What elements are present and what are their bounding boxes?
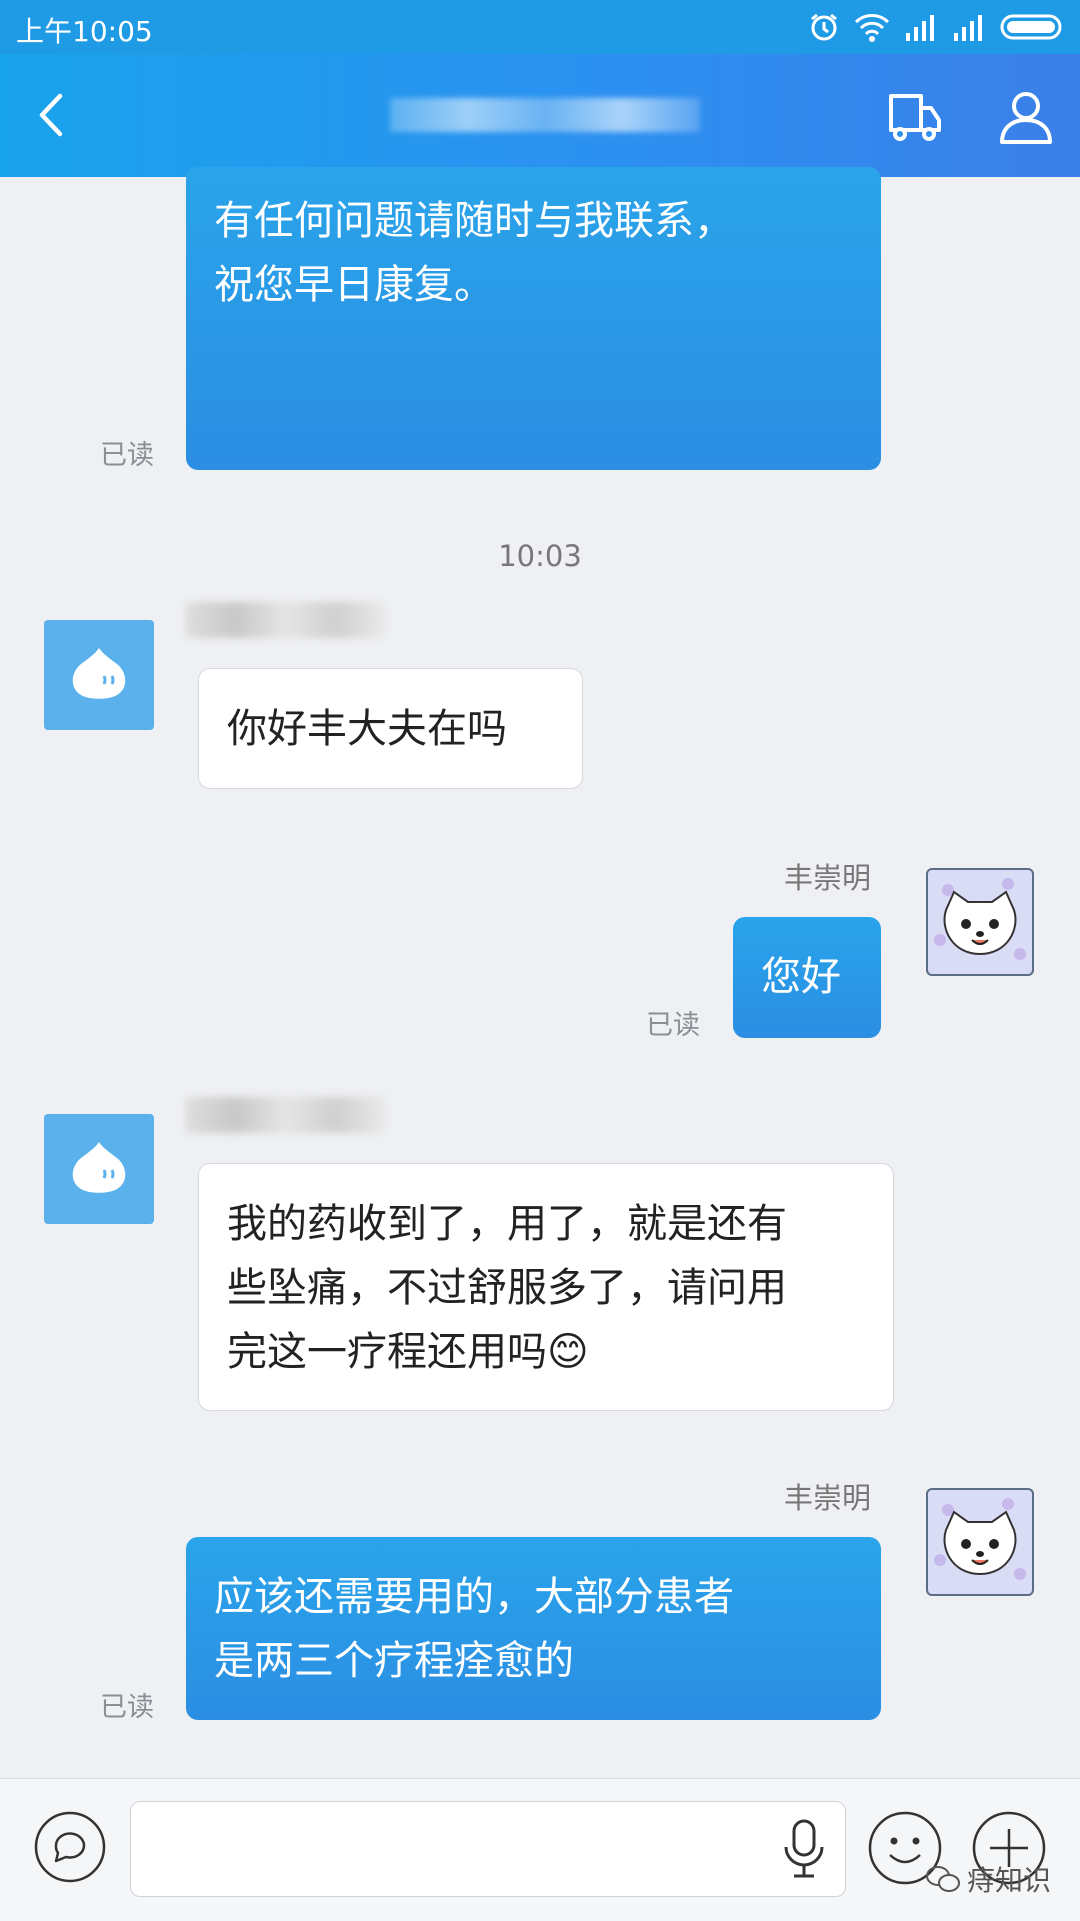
chat-title xyxy=(390,98,700,132)
wifi-icon xyxy=(854,14,890,42)
cart-icon xyxy=(889,94,941,141)
chevron-left-icon xyxy=(39,93,63,137)
cat-avatar-icon xyxy=(934,878,1026,960)
alarm-icon xyxy=(811,13,837,41)
message-bubble-outgoing[interactable]: 有任何问题请随时与我联系， 祝您早日康复。 xyxy=(186,167,881,470)
message-input[interactable] xyxy=(130,1801,846,1897)
battery-icon xyxy=(1000,14,1062,40)
cat-avatar-icon xyxy=(934,1498,1026,1580)
sender-name-blurred xyxy=(186,602,386,638)
status-icons xyxy=(808,10,1066,44)
avatar[interactable] xyxy=(44,620,154,730)
watermark-text: 痔知识 xyxy=(967,1864,1052,1897)
avatar[interactable] xyxy=(926,1488,1034,1596)
chat-header xyxy=(0,54,1080,177)
avatar[interactable] xyxy=(44,1114,154,1224)
signal-icon xyxy=(906,15,934,41)
cart-button[interactable] xyxy=(885,88,943,146)
read-status: 已读 xyxy=(100,440,154,471)
wechat-icon xyxy=(926,1866,960,1892)
message-bubble-incoming[interactable]: 我的药收到了，用了，就是还有 些坠痛，不过舒服多了，请问用 完这一疗程还用吗😊 xyxy=(198,1163,894,1411)
sender-name-blurred xyxy=(186,1097,386,1133)
message-bubble-outgoing[interactable]: 应该还需要用的，大部分患者 是两三个疗程痊愈的 xyxy=(186,1537,881,1720)
sender-name: 丰崇明 xyxy=(784,1481,872,1515)
watermark: 痔知识 xyxy=(925,1859,1051,1899)
voice-button[interactable] xyxy=(780,1819,828,1879)
app-logo-icon xyxy=(72,648,126,699)
message-bubble-outgoing[interactable]: 您好 xyxy=(733,917,881,1038)
read-status: 已读 xyxy=(100,1692,154,1723)
person-icon xyxy=(1000,92,1052,144)
message-list[interactable]: 有任何问题请随时与我联系， 祝您早日康复。 已读 10:03 你好丰大夫在吗 丰… xyxy=(0,167,1080,1777)
message-bubble-incoming[interactable]: 你好丰大夫在吗 xyxy=(198,668,583,789)
chat-bubble-icon xyxy=(34,1811,106,1883)
app-logo-icon xyxy=(72,1142,126,1193)
input-bar: 痔知识 xyxy=(0,1778,1080,1921)
microphone-icon xyxy=(784,1819,824,1878)
avatar[interactable] xyxy=(926,868,1034,976)
signal-icon-2 xyxy=(954,15,982,41)
read-status: 已读 xyxy=(646,1010,700,1041)
sender-name: 丰崇明 xyxy=(784,861,872,895)
profile-button[interactable] xyxy=(998,88,1054,146)
back-button[interactable] xyxy=(30,90,80,140)
status-bar: 上午10:05 xyxy=(0,0,1080,54)
chat-mode-button[interactable] xyxy=(34,1811,106,1883)
message-timestamp: 10:03 xyxy=(498,539,582,573)
status-time: 上午10:05 xyxy=(16,15,153,48)
